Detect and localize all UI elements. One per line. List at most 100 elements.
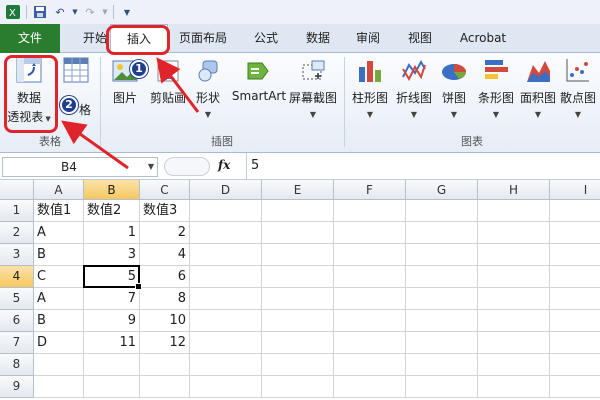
cell-a6[interactable]: B (34, 310, 84, 332)
cell-c2[interactable]: 2 (140, 222, 190, 244)
cell-e8[interactable] (262, 354, 334, 376)
cell-e3[interactable] (262, 244, 334, 266)
column-header-i[interactable]: I (550, 180, 600, 200)
cell-i1[interactable] (550, 200, 600, 222)
cell-g1[interactable] (406, 200, 478, 222)
column-header-b[interactable]: B (84, 180, 140, 200)
cell-b9[interactable] (84, 376, 140, 398)
cell-b2[interactable]: 1 (84, 222, 140, 244)
cell-i5[interactable] (550, 288, 600, 310)
cell-a3[interactable]: B (34, 244, 84, 266)
cell-a2[interactable]: A (34, 222, 84, 244)
cell-b3[interactable]: 3 (84, 244, 140, 266)
cell-d3[interactable] (190, 244, 262, 266)
cell-i6[interactable] (550, 310, 600, 332)
redo-dropdown-icon[interactable]: ▼ (101, 3, 109, 21)
name-box-dropdown-icon[interactable]: ▼ (148, 158, 154, 176)
cell-g4[interactable] (406, 266, 478, 288)
cell-c4[interactable]: 6 (140, 266, 190, 288)
cell-f2[interactable] (334, 222, 406, 244)
cell-b1[interactable]: 数值2 (84, 200, 140, 222)
column-header-d[interactable]: D (190, 180, 262, 200)
cell-h6[interactable] (478, 310, 550, 332)
cell-d1[interactable] (190, 200, 262, 222)
cell-f8[interactable] (334, 354, 406, 376)
cell-i9[interactable] (550, 376, 600, 398)
cell-a8[interactable] (34, 354, 84, 376)
undo-icon[interactable]: ↶ (51, 3, 69, 21)
cell-g9[interactable] (406, 376, 478, 398)
tab-formulas[interactable]: 公式 (244, 24, 288, 53)
clipart-button[interactable]: 剪贴画 (146, 57, 190, 106)
column-header-f[interactable]: F (334, 180, 406, 200)
cell-e7[interactable] (262, 332, 334, 354)
column-header-h[interactable]: H (478, 180, 550, 200)
name-box[interactable]: B4 ▼ (2, 157, 158, 177)
cell-c3[interactable]: 4 (140, 244, 190, 266)
cell-g3[interactable] (406, 244, 478, 266)
cell-d8[interactable] (190, 354, 262, 376)
formula-bar-handle[interactable] (164, 157, 210, 176)
pie-chart-button[interactable]: 饼图 ▼ (436, 57, 472, 119)
cell-g6[interactable] (406, 310, 478, 332)
cell-h7[interactable] (478, 332, 550, 354)
cell-i8[interactable] (550, 354, 600, 376)
shapes-button[interactable]: 形状 ▼ (190, 57, 226, 119)
worksheet-grid[interactable]: A B C D E F G H I 1 数值1 数值2 数值3 2 A 1 2 3 B 3 4 4 C 5 6 5 A 7 8 6 B 9 10… (0, 180, 600, 400)
column-header-a[interactable]: A (34, 180, 84, 200)
row-header-2[interactable]: 2 (0, 222, 34, 244)
cell-c9[interactable] (140, 376, 190, 398)
tab-page-layout[interactable]: 页面布局 (172, 24, 234, 53)
column-header-g[interactable]: G (406, 180, 478, 200)
cell-f4[interactable] (334, 266, 406, 288)
cell-e9[interactable] (262, 376, 334, 398)
cell-a9[interactable] (34, 376, 84, 398)
cell-d6[interactable] (190, 310, 262, 332)
cell-e4[interactable] (262, 266, 334, 288)
cell-f1[interactable] (334, 200, 406, 222)
cell-a1[interactable]: 数值1 (34, 200, 84, 222)
cell-e5[interactable] (262, 288, 334, 310)
cell-e2[interactable] (262, 222, 334, 244)
screenshot-button[interactable]: 屏幕截图 ▼ (286, 57, 340, 119)
cell-c8[interactable] (140, 354, 190, 376)
row-header-9[interactable]: 9 (0, 376, 34, 398)
cell-f5[interactable] (334, 288, 406, 310)
cell-b8[interactable] (84, 354, 140, 376)
row-header-6[interactable]: 6 (0, 310, 34, 332)
cell-a7[interactable]: D (34, 332, 84, 354)
row-header-5[interactable]: 5 (0, 288, 34, 310)
cell-h5[interactable] (478, 288, 550, 310)
tab-data[interactable]: 数据 (296, 24, 340, 53)
cell-a5[interactable]: A (34, 288, 84, 310)
redo-icon[interactable]: ↷ (81, 3, 99, 21)
cell-e6[interactable] (262, 310, 334, 332)
cell-f7[interactable] (334, 332, 406, 354)
row-header-4[interactable]: 4 (0, 266, 34, 288)
customize-toolbar-icon[interactable]: ▼ (118, 3, 136, 21)
cell-h8[interactable] (478, 354, 550, 376)
column-header-e[interactable]: E (262, 180, 334, 200)
insert-function-icon[interactable]: fx (218, 158, 230, 172)
cell-f3[interactable] (334, 244, 406, 266)
row-header-3[interactable]: 3 (0, 244, 34, 266)
row-header-7[interactable]: 7 (0, 332, 34, 354)
cell-i2[interactable] (550, 222, 600, 244)
cell-i3[interactable] (550, 244, 600, 266)
cell-c6[interactable]: 10 (140, 310, 190, 332)
cell-h2[interactable] (478, 222, 550, 244)
cell-d9[interactable] (190, 376, 262, 398)
cell-g2[interactable] (406, 222, 478, 244)
tab-review[interactable]: 审阅 (346, 24, 390, 53)
cell-b7[interactable]: 11 (84, 332, 140, 354)
cell-h9[interactable] (478, 376, 550, 398)
select-all-corner[interactable] (0, 180, 34, 200)
cell-c1[interactable]: 数值3 (140, 200, 190, 222)
cell-e1[interactable] (262, 200, 334, 222)
cell-g8[interactable] (406, 354, 478, 376)
cell-d4[interactable] (190, 266, 262, 288)
tab-file[interactable]: 文件 (0, 24, 60, 53)
cell-f9[interactable] (334, 376, 406, 398)
cell-h3[interactable] (478, 244, 550, 266)
smartart-button[interactable]: SmartArt (230, 57, 288, 103)
